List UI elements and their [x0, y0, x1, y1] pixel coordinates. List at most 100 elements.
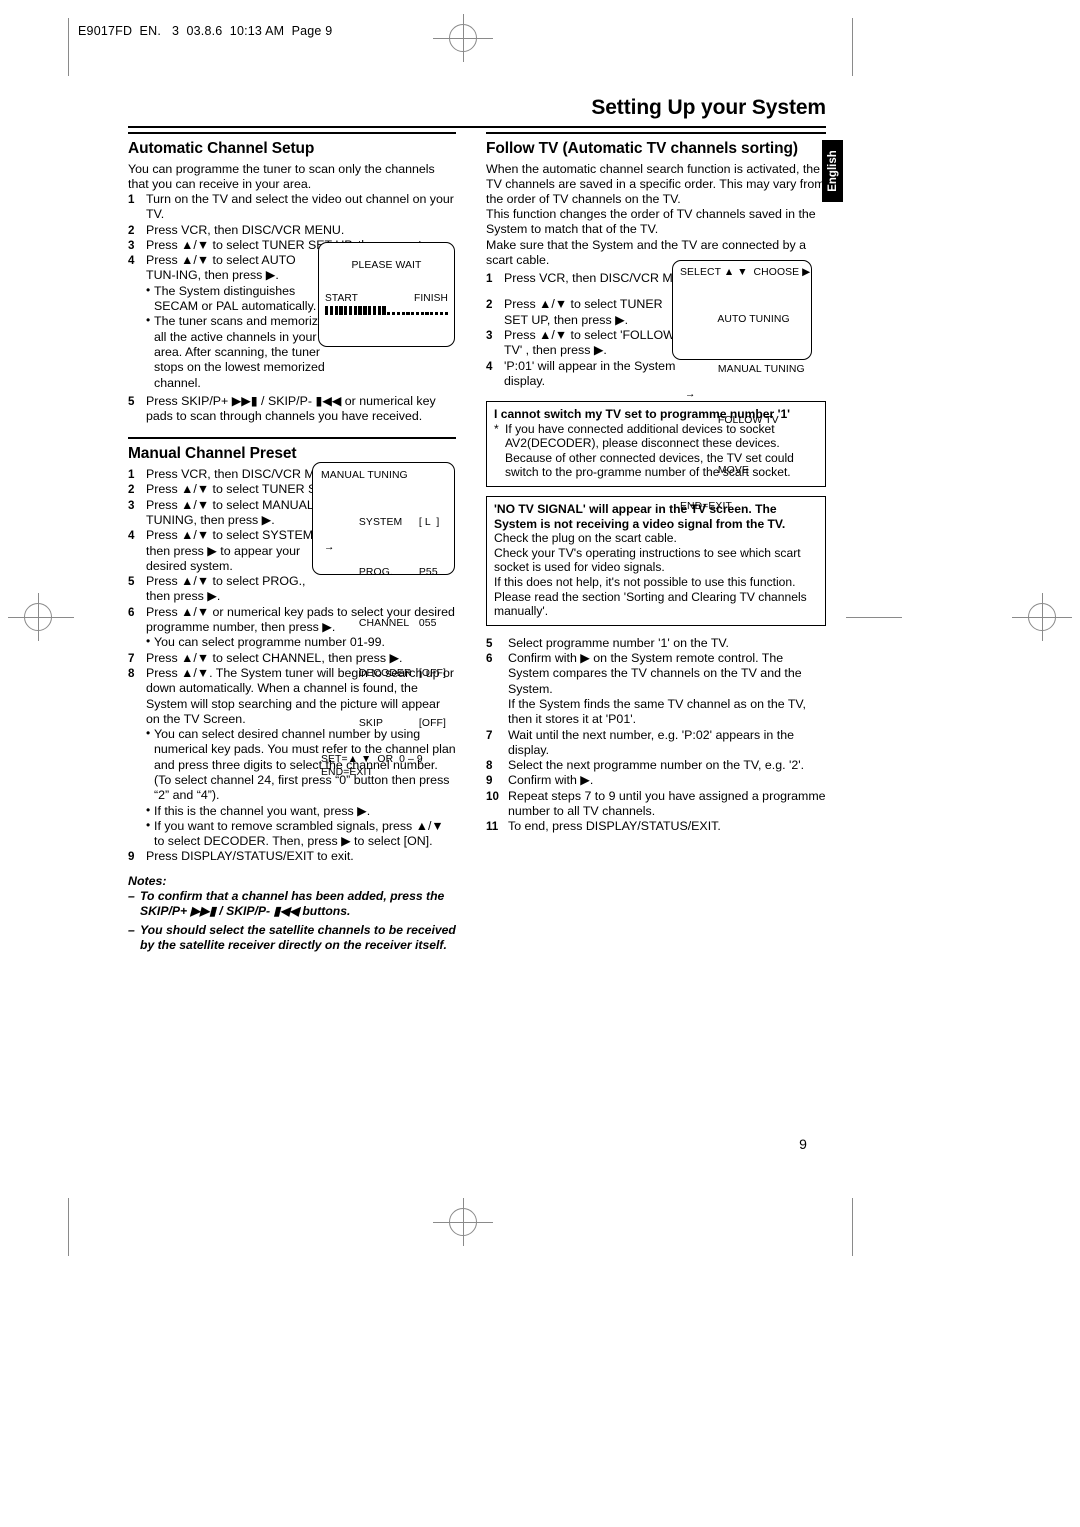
list-item: 3 Press ▲/▼ to select 'FOLLOW TV' , then… [486, 328, 690, 359]
step-number: 2 [128, 223, 135, 237]
bullet-text: The System distinguishes SECAM or PAL au… [154, 283, 317, 314]
progress-start-label: START [325, 292, 358, 304]
selection-arrow-icon: → [685, 389, 696, 401]
progress-segment-empty [420, 312, 424, 316]
registration-mark-bottom [433, 1192, 493, 1252]
osd-row: CHANNEL 055 [335, 592, 454, 642]
notes-block: Notes: – To confirm that a channel has b… [128, 874, 456, 953]
osd-row-label: SKIP [358, 718, 383, 730]
list-item: 10 Repeat steps 7 to 9 until you have as… [486, 789, 826, 820]
manual-preset-step-9: 9 Press DISPLAY/STATUS/EXIT to exit. [128, 849, 456, 864]
step-number: 3 [128, 498, 135, 512]
step-text: Repeat steps 7 to 9 until you have assig… [508, 788, 826, 819]
list-item: 9 Press DISPLAY/STATUS/EXIT to exit. [128, 849, 456, 864]
step-text: Confirm with ▶ on the System remote cont… [508, 651, 802, 696]
step-number: 5 [486, 636, 493, 650]
step-number: 3 [128, 238, 135, 252]
progress-segment-filled [377, 306, 381, 316]
list-item: 4 Press ▲/▼ to select AUTO TUN-ING, then… [128, 253, 324, 284]
bullet-text: If this is the channel you want, press ▶… [154, 803, 371, 818]
osd-manual-tuning-title: MANUAL TUNING [321, 470, 408, 481]
progress-segment-empty [411, 312, 415, 316]
step-number: 6 [128, 605, 135, 619]
automatic-setup-steps-cont: 5 Press SKIP/P+ ▶▶▮ / SKIP/P- ▮◀◀ or num… [128, 394, 456, 425]
osd-row-value: P55 [418, 567, 438, 579]
selection-arrow-icon: → [324, 541, 335, 553]
list-item: 2 Press ▲/▼ to select TUNER SET UP, then… [486, 297, 684, 328]
page-number: 9 [799, 1136, 807, 1152]
crop-mark-bottom-right-v [852, 1198, 853, 1256]
note-text: To confirm that a channel has been added… [140, 889, 445, 919]
osd-row: SYSTEM [ L ] [335, 492, 454, 542]
progress-bar [325, 306, 448, 316]
menu-item: MOVE [694, 440, 811, 490]
document-page: E9017FD EN. 3 03.8.6 10:13 AM Page 9 Set… [0, 0, 1080, 1527]
list-item: 5 Select programme number '1' on the TV. [486, 636, 826, 651]
progress-segment-filled [363, 306, 367, 316]
crop-mark-bottom-left-v [68, 1198, 69, 1256]
osd-footer-line: SET=▲ ▼ OR 0 – 9 [321, 754, 423, 766]
callout-body-line-3: If this does not help, it's not possible… [494, 575, 807, 619]
list-item: • The System distinguishes SECAM or PAL … [128, 283, 340, 315]
follow-tv-paragraph-2: This function changes the order of TV ch… [486, 207, 816, 237]
bullet-text: If you want to remove scrambled signals,… [154, 818, 444, 849]
progress-segment-filled [348, 306, 353, 316]
asterisk-icon: * [494, 421, 499, 436]
crop-mark-top-left-v [68, 18, 69, 76]
progress-segment-empty [396, 312, 400, 316]
bullet-dot-icon: • [146, 726, 151, 741]
osd-select-menu-footer: END=EXIT [680, 501, 732, 513]
progress-segment-empty [425, 312, 429, 316]
progress-segment-empty [401, 312, 405, 316]
step-number: 3 [486, 328, 493, 342]
step-number: 8 [128, 666, 135, 680]
osd-please-wait-screen: PLEASE WAIT START FINISH [318, 242, 455, 347]
progress-segment-filled [339, 306, 343, 316]
step-text: Press ▲/▼ to select AUTO TUN-ING, then p… [146, 253, 296, 283]
step-text: Wait until the next number, e.g. 'P:02' … [508, 727, 794, 757]
list-item: • If you want to remove scrambled signal… [128, 818, 456, 850]
crop-mark-top-right-v [852, 18, 853, 76]
registration-mark-top [433, 8, 493, 68]
list-item: If the System finds the same TV channel … [486, 697, 826, 728]
progress-segment-empty [406, 312, 410, 316]
list-item: 3 Press ▲/▼ to select MANUAL TUNING, the… [128, 498, 324, 529]
osd-manual-tuning-rows: SYSTEM [ L ] → PROG. P55 CHANNEL 055 DECODE… [324, 492, 454, 744]
osd-row-label: DECODER [358, 667, 412, 679]
bullet-dot-icon: • [146, 313, 151, 328]
registration-circle [449, 24, 477, 52]
heading-follow-tv: Follow TV (Automatic TV channels sorting… [486, 139, 798, 157]
step-text: Press VCR, then DISC/VCR MENU. [146, 222, 345, 237]
step-text: Press ▲/▼ to select TUNER SET UP, then p… [504, 297, 663, 327]
step-number: 6 [486, 652, 493, 666]
print-slug: E9017FD EN. 3 03.8.6 10:13 AM Page 9 [78, 24, 333, 38]
section-rule [128, 132, 456, 134]
list-item: • If this is the channel you want, press… [128, 803, 456, 819]
progress-segment-filled [329, 306, 334, 316]
osd-row-value: 055 [418, 617, 437, 629]
osd-row: → PROG. P55 [324, 542, 454, 592]
heading-automatic-channel-setup: Automatic Channel Setup [128, 139, 315, 157]
callout-body-line-2: Check your TV's operating instructions t… [494, 545, 801, 575]
bullet-dot-icon: • [146, 634, 151, 649]
list-item: • The tuner scans and memorizes all the … [128, 313, 340, 390]
notes-label: Notes: [128, 873, 167, 888]
title-rule [128, 126, 826, 128]
progress-finish-label: FINISH [414, 292, 448, 304]
osd-footer-line: END=EXIT [321, 767, 373, 779]
list-item: 1 Turn on the TV and select the video ou… [128, 192, 456, 223]
list-item: 11 To end, press DISPLAY/STATUS/EXIT. [486, 819, 826, 834]
progress-segment-empty [391, 312, 396, 316]
osd-please-wait-title: PLEASE WAIT [351, 260, 422, 271]
progress-segment-filled [372, 306, 377, 316]
automatic-setup-intro: You can programme the tuner to scan only… [128, 161, 435, 191]
progress-segment-filled [382, 306, 386, 316]
bullet-text: The tuner scans and memorizes all the ac… [154, 314, 331, 390]
osd-row-label: CHANNEL [358, 617, 410, 629]
callout-no-tv-signal: 'NO TV SIGNAL' will appear in the TV scr… [486, 496, 826, 626]
progress-segment-empty [430, 312, 434, 316]
step-number: 1 [486, 272, 493, 286]
step-number: 7 [486, 728, 493, 742]
step-number: 4 [128, 529, 135, 543]
step-text: Select the next programme number on the … [508, 758, 805, 773]
